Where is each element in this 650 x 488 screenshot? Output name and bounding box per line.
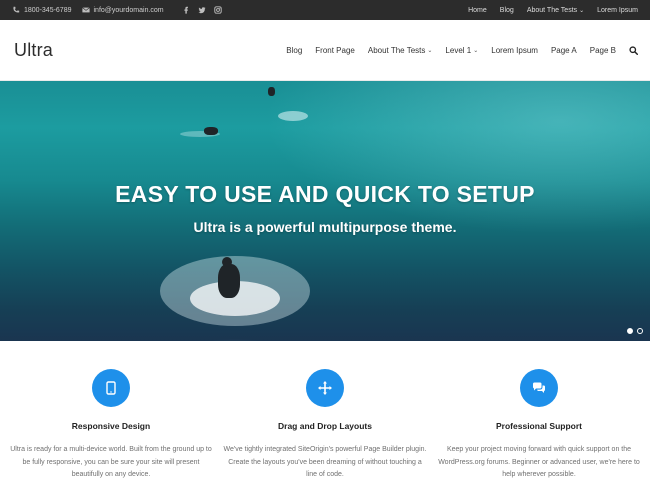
slider-dot-1[interactable] <box>627 328 633 334</box>
slider-pagination <box>627 328 643 334</box>
chevron-down-icon: ⌄ <box>579 7 585 14</box>
feature-drag-and-drop: Drag and Drop Layouts We've tightly inte… <box>220 341 430 488</box>
instagram-icon[interactable] <box>213 6 222 14</box>
feature-icon-circle <box>520 369 558 407</box>
phone-number: 1800-345-6789 <box>24 6 72 14</box>
phone-contact[interactable]: 1800-345-6789 <box>12 6 72 14</box>
feature-responsive-design: Responsive Design Ultra is ready for a m… <box>6 341 216 488</box>
feature-title: Professional Support <box>496 421 582 431</box>
social-links <box>182 6 222 14</box>
site-logo[interactable]: Ultra <box>0 40 53 61</box>
move-arrows-icon <box>318 381 332 395</box>
search-icon[interactable] <box>629 45 638 55</box>
email-address: info@yourdomain.com <box>93 6 164 14</box>
nav-item-about-the-tests[interactable]: About The Tests ⌄ <box>368 46 433 55</box>
feature-title: Responsive Design <box>71 421 151 431</box>
nav-item-label: Level 1 <box>445 45 472 55</box>
slider-dot-2[interactable] <box>637 328 643 334</box>
topbar-link-label: About The Tests <box>526 6 578 14</box>
topbar-link-lorem-ipsum[interactable]: Lorem Ipsum <box>597 7 638 14</box>
nav-item-front-page[interactable]: Front Page <box>315 46 355 55</box>
hero-subtitle: Ultra is a powerful multipurpose theme. <box>193 219 457 235</box>
nav-item-page-b[interactable]: Page B <box>590 46 616 55</box>
facebook-icon[interactable] <box>182 6 190 14</box>
feature-text: Ultra is ready for a multi-device world.… <box>10 446 212 478</box>
features-section: Responsive Design Ultra is ready for a m… <box>0 341 650 488</box>
envelope-icon <box>81 7 90 13</box>
hero-slider: EASY TO USE AND QUICK TO SETUP Ultra is … <box>0 81 650 341</box>
feature-text: Keep your project moving forward with qu… <box>438 446 640 478</box>
site-header: Ultra Blog Front Page About The Tests ⌄ … <box>0 20 650 81</box>
feature-icon-circle <box>306 369 344 407</box>
feature-professional-support: Professional Support Keep your project m… <box>434 341 644 488</box>
twitter-icon[interactable] <box>198 6 206 14</box>
nav-item-level-1[interactable]: Level 1 ⌄ <box>445 46 478 55</box>
chevron-down-icon: ⌄ <box>427 47 433 54</box>
swimmer <box>268 87 275 96</box>
email-contact[interactable]: info@yourdomain.com <box>81 6 164 14</box>
nav-item-label: About The Tests <box>367 45 426 55</box>
feature-title: Drag and Drop Layouts <box>278 421 372 431</box>
phone-icon <box>13 6 20 13</box>
nav-item-blog[interactable]: Blog <box>286 46 302 55</box>
topbar-link-home[interactable]: Home <box>468 7 487 14</box>
feature-icon-circle <box>92 369 130 407</box>
main-nav: Blog Front Page About The Tests ⌄ Level … <box>286 46 650 55</box>
nav-item-lorem-ipsum[interactable]: Lorem Ipsum <box>491 46 538 55</box>
topbar-link-about-the-tests[interactable]: About The Tests ⌄ <box>527 7 584 14</box>
tablet-icon <box>106 381 116 395</box>
hero-title: EASY TO USE AND QUICK TO SETUP <box>115 181 535 207</box>
chevron-down-icon: ⌄ <box>473 47 479 54</box>
nav-item-page-a[interactable]: Page A <box>551 46 577 55</box>
top-bar: 1800-345-6789 info@yourdomain.com Home B… <box>0 0 650 20</box>
surfer <box>218 264 240 298</box>
topbar-link-blog[interactable]: Blog <box>500 7 514 14</box>
chat-bubbles-icon <box>533 382 545 393</box>
swimmer <box>204 127 218 135</box>
feature-text: We've tightly integrated SiteOrigin's po… <box>223 446 427 478</box>
surfer-head <box>222 257 232 267</box>
wave-foam <box>278 111 308 121</box>
